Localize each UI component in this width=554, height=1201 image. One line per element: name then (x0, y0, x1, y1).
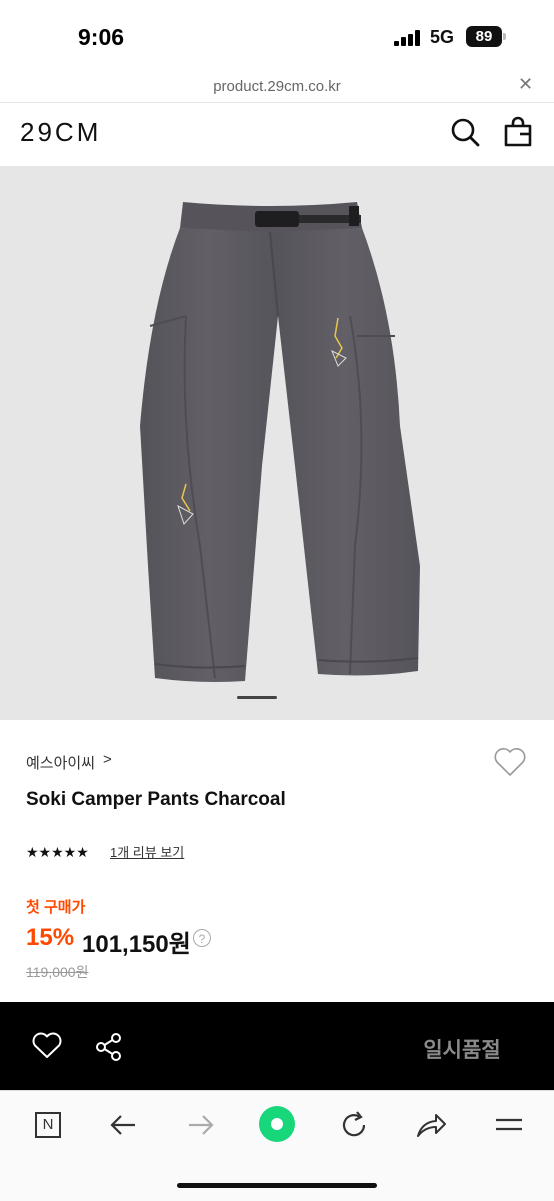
network-label: 5G (430, 27, 455, 47)
shopping-bag-icon[interactable] (502, 116, 534, 148)
chevron-right-icon[interactable]: > (103, 751, 112, 768)
status-time: 9:06 (78, 24, 125, 50)
refresh-icon[interactable] (337, 1108, 371, 1142)
naver-n-label: N (35, 1112, 61, 1138)
forward-arrow-icon[interactable] (184, 1108, 218, 1142)
site-logo[interactable]: 29CM (20, 117, 101, 148)
pants-illustration (140, 202, 420, 682)
battery-tip (503, 33, 506, 40)
share-arrow-icon[interactable] (414, 1108, 448, 1142)
naver-n-icon[interactable]: N (31, 1108, 65, 1142)
status-bar: 9:06 5G 89 (0, 0, 554, 72)
discount-rate: 15% (26, 924, 75, 951)
home-indicator (177, 1183, 377, 1188)
help-icon[interactable]: ? (193, 929, 211, 947)
product-title: Soki Camper Pants Charcoal (26, 789, 286, 810)
green-dot-icon[interactable] (258, 1105, 296, 1143)
back-arrow-icon[interactable] (106, 1108, 140, 1142)
menu-icon[interactable] (492, 1108, 526, 1142)
review-link[interactable]: 1개 리뷰 보기 (110, 842, 184, 861)
battery-icon: 89 (466, 26, 502, 47)
url-text[interactable]: product.29cm.co.kr (0, 78, 554, 95)
carousel-indicator (237, 696, 277, 699)
sold-out-button[interactable]: 일시품절 (392, 1034, 532, 1064)
first-purchase-label: 첫 구매가 (26, 899, 86, 916)
rating-stars: ★★★★★ (26, 844, 89, 860)
original-price: 119,000원 (26, 964, 89, 980)
share-icon[interactable] (94, 1032, 124, 1062)
product-image[interactable] (0, 166, 554, 720)
heart-icon[interactable] (493, 746, 527, 778)
brand-name[interactable]: 예스아이씨 (26, 752, 95, 773)
close-icon[interactable]: ✕ (518, 74, 533, 95)
heart-icon[interactable] (32, 1032, 62, 1060)
sale-price: 101,150원 (82, 931, 191, 958)
search-icon[interactable] (449, 116, 481, 148)
signal-icon (394, 30, 420, 46)
